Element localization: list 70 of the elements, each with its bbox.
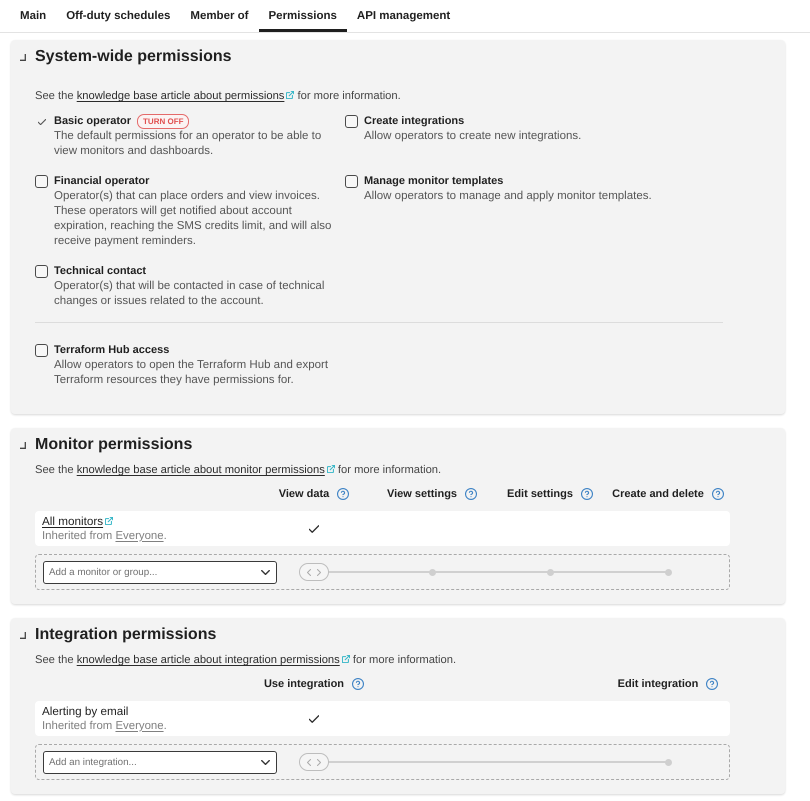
column-header: Use integration [264,678,344,690]
section-title: Integration permissions [35,625,216,645]
tab[interactable]: API management [346,0,460,32]
checkbox[interactable] [345,175,358,188]
permission-description: Allow operators to open the Terraform Hub and export Terraform resources they have permissions for. [54,358,330,388]
checkbox[interactable] [35,265,48,278]
column-header: View data [278,488,330,500]
turn-off-button[interactable]: TURN OFF [137,114,190,129]
chevron-down-icon [261,570,270,574]
permission-title: Financial operator [54,174,150,189]
everyone-link[interactable]: Everyone [115,530,164,542]
add-select-field[interactable]: Add an integration... [43,750,277,774]
permission-title: Technical contact [54,264,146,279]
permission-title: Terraform Hub access [54,343,170,358]
permission-description: Allow operators to create new integrations. [364,129,582,144]
external-link-icon [326,465,335,473]
checkbox[interactable] [345,115,358,128]
tab[interactable]: Off-duty schedules [56,0,180,32]
external-link-icon [105,516,114,524]
external-link-icon [286,91,294,99]
section-title: System-wide permissions [35,47,232,67]
column-header: Edit integration [618,678,698,690]
section-title: Monitor permissions [35,435,192,455]
permission-title: Basic operator [54,114,132,129]
permission-title: Create integrations [364,114,464,129]
inherited-text: Inherited from Everyone. [42,528,167,544]
help-icon[interactable] [581,488,593,500]
everyone-link[interactable]: Everyone [115,720,164,732]
info-text: See the knowledge base article about monitor permissions for more information. [35,463,442,477]
info-text: See the knowledge base article about integration permissions for more information. [35,653,458,667]
chevrons-left-right-icon [307,568,321,576]
help-icon[interactable] [465,488,478,500]
collapse-corner-icon[interactable] [20,442,26,448]
permission-description: Operator(s) that will be contacted in case of technical changes or issues related to the account. [54,279,326,309]
slider-stop-icon [664,568,672,576]
help-icon[interactable] [352,678,364,690]
help-icon[interactable] [712,488,724,500]
tab[interactable]: Member of [180,0,259,32]
knowledge-base-link[interactable]: knowledge base article about integration permissions [76,654,350,666]
info-text: See the knowledge base article about permissions for more information. [35,89,402,103]
inherited-text: Inherited from Everyone. [42,718,167,734]
tab[interactable]: Main [10,0,56,32]
collapse-corner-icon[interactable] [20,54,26,60]
permission-title: Manage monitor templates [364,174,504,189]
permission-description: Operator(s) that can place orders and view invoices. These operators will get notified about account expiration, reaching the SMS credits limit, and will also receive payment reminders. [54,189,332,249]
permission-description: The default permissions for an operator to be able to view monitors and dashboards. [54,129,322,159]
column-header: Edit settings [506,488,573,500]
collapse-corner-icon[interactable] [20,632,26,638]
slider-handle[interactable] [299,753,329,771]
checkmark-icon[interactable] [38,118,46,124]
knowledge-base-link[interactable]: knowledge base article about permissions [76,90,294,102]
slider-stop-icon [546,568,554,576]
chevrons-left-right-icon [307,758,321,766]
row-name-link[interactable]: All monitors [42,514,114,528]
checkbox[interactable] [35,175,48,188]
help-icon[interactable] [706,678,718,690]
permission-description: Allow operators to manage and apply monitor templates. [364,189,652,204]
slider-stop-icon [664,758,672,766]
tab[interactable]: Permissions [258,0,347,32]
chevron-down-icon [261,760,270,764]
slider-stop-icon [428,568,436,576]
add-select-field[interactable]: Add a monitor or group... [43,560,277,584]
row-name: Alerting by email [42,704,128,718]
column-header: Create and delete [612,488,704,500]
help-icon[interactable] [337,488,350,500]
external-link-icon [342,655,350,663]
column-header: View settings [386,488,458,500]
slider-handle[interactable] [299,563,329,581]
checkbox[interactable] [35,344,48,357]
knowledge-base-link[interactable]: knowledge base article about monitor permissions [76,464,335,476]
